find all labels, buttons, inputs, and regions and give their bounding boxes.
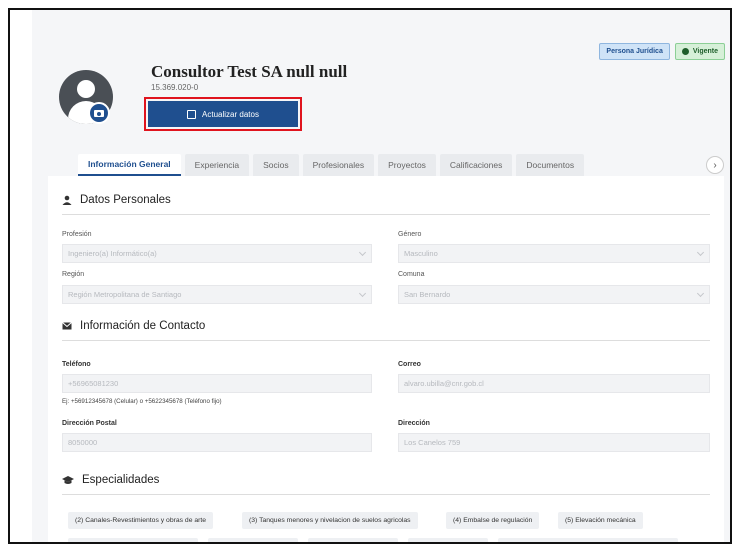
correo-input[interactable]: alvaro.ubilla@cnr.gob.cl: [398, 374, 710, 393]
telefono-input[interactable]: +56965081230: [62, 374, 372, 393]
telefono-hint: Ej: +56912345678 (Celular) o +5622345678…: [62, 398, 222, 405]
envelope-icon: [62, 322, 72, 330]
direccion-label: Dirección: [398, 420, 430, 427]
tab-socios[interactable]: Socios: [253, 154, 299, 176]
especialidad-chip-partial: [68, 538, 198, 542]
postal-label: Dirección Postal: [62, 420, 117, 427]
tab-proyectos[interactable]: Proyectos: [378, 154, 436, 176]
region-label: Región: [62, 271, 85, 278]
app-frame: Consultor Test SA null null 15.369.020-0…: [8, 8, 732, 544]
genero-select[interactable]: Masculino: [398, 244, 710, 263]
especialidad-chip: (5) Elevación mecánica: [558, 512, 643, 529]
graduation-cap-icon: [62, 476, 74, 484]
correo-value: alvaro.ubilla@cnr.gob.cl: [404, 379, 484, 388]
persona-juridica-badge: Persona Jurídica: [599, 43, 670, 60]
especialidad-chip-partial: [208, 538, 298, 542]
direccion-value: Los Canelos 759: [404, 438, 461, 447]
datos-personales-title: Datos Personales: [80, 194, 171, 206]
comuna-label: Comuna: [398, 271, 425, 278]
edit-icon: [187, 109, 197, 119]
chevron-down-icon: [696, 289, 705, 298]
update-button-highlight: Actualizar datos: [144, 97, 302, 131]
tab-informacion-general[interactable]: Información General: [78, 154, 181, 176]
tab-experiencia[interactable]: Experiencia: [184, 154, 250, 176]
genero-label: Género: [398, 231, 422, 238]
profesion-value: Ingeniero(a) Informático(a): [68, 249, 157, 258]
telefono-value: +56965081230: [68, 379, 119, 388]
divider: [62, 214, 710, 215]
especialidad-chip: (2) Canales-Revestimientos y obras de ar…: [68, 512, 214, 529]
camera-icon[interactable]: [88, 102, 110, 124]
especialidad-chip-partial: [308, 538, 398, 542]
chevron-right-icon[interactable]: ›: [706, 156, 724, 174]
profesion-label: Profesión: [62, 231, 92, 238]
status-badges: Persona Jurídica Vigente: [599, 43, 725, 60]
page-title: Consultor Test SA null null: [151, 62, 348, 81]
especialidades-heading: Especialidades: [62, 474, 159, 486]
contacto-heading: Información de Contacto: [62, 320, 205, 332]
chevron-down-icon: [358, 289, 367, 298]
profile-card: Consultor Test SA null null 15.369.020-0…: [32, 10, 730, 542]
tab-profesionales[interactable]: Profesionales: [302, 154, 375, 176]
vigente-label: Vigente: [692, 48, 718, 55]
update-data-label: Actualizar datos: [202, 109, 259, 119]
user-icon: [62, 195, 72, 205]
vigente-badge: Vigente: [674, 43, 725, 60]
divider: [62, 494, 710, 495]
comuna-select[interactable]: San Bernardo: [398, 285, 710, 304]
rut-text: 15.369.020-0: [151, 83, 199, 92]
divider: [62, 340, 710, 341]
tab-documentos[interactable]: Documentos: [516, 154, 585, 176]
tab-content: Datos Personales Profesión Ingeniero(a) …: [48, 176, 724, 542]
comuna-value: San Bernardo: [404, 290, 451, 299]
postal-input[interactable]: 8050000: [62, 433, 372, 452]
tab-calificaciones[interactable]: Calificaciones: [439, 154, 513, 176]
datos-personales-heading: Datos Personales: [62, 194, 171, 206]
genero-value: Masculino: [404, 249, 438, 258]
profesion-select[interactable]: Ingeniero(a) Informático(a): [62, 244, 372, 263]
check-circle-icon: [681, 48, 689, 55]
telefono-label: Teléfono: [62, 361, 91, 368]
contacto-title: Información de Contacto: [80, 320, 206, 332]
especialidad-chip-partial: [498, 538, 678, 542]
chevron-down-icon: [696, 248, 705, 257]
region-select[interactable]: Región Metropolitana de Santiago: [62, 285, 372, 304]
especialidad-chip-partial: [408, 538, 488, 542]
especialidad-chip: (4) Embalse de regulación: [446, 512, 540, 529]
tab-bar: Información General Experiencia Socios P…: [78, 154, 585, 176]
especialidad-chip: (3) Tanques menores y nivelacion de suel…: [242, 512, 418, 529]
correo-label: Correo: [398, 361, 421, 368]
chevron-down-icon: [358, 248, 367, 257]
postal-value: 8050000: [68, 438, 98, 447]
region-value: Región Metropolitana de Santiago: [68, 290, 182, 299]
direccion-input[interactable]: Los Canelos 759: [398, 433, 710, 452]
update-data-button[interactable]: Actualizar datos: [148, 101, 298, 127]
especialidades-title: Especialidades: [82, 474, 160, 486]
